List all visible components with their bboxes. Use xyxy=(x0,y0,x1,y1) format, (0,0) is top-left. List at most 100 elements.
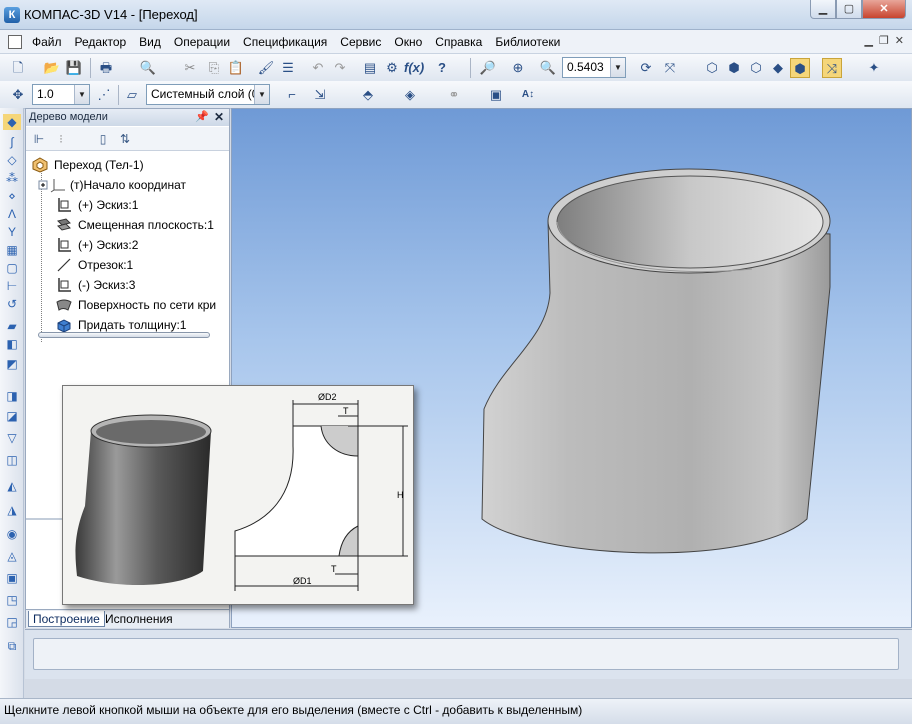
halftone-icon[interactable]: ◆ xyxy=(768,58,788,78)
menu-service[interactable]: Сервис xyxy=(340,35,381,49)
tree-item-origin[interactable]: (т)Начало координат xyxy=(38,176,223,195)
preview-icon[interactable]: 🔍 xyxy=(138,58,158,78)
tree-item-surface[interactable]: Поверхность по сети кри xyxy=(56,296,226,315)
menu-operations[interactable]: Операции xyxy=(174,35,230,49)
doc-restore-button[interactable]: ❐ xyxy=(879,34,889,47)
layer-icon[interactable]: ▱ xyxy=(122,85,142,105)
draft-icon[interactable]: ◳ xyxy=(3,592,21,608)
orientation-icon[interactable]: ⤧ xyxy=(660,58,680,78)
help-arrow-icon[interactable]: ? xyxy=(432,58,452,78)
doc-minimize-button[interactable]: ▁ xyxy=(864,34,872,47)
menu-specification[interactable]: Спецификация xyxy=(243,35,327,49)
new-document-icon[interactable]: 🗋 xyxy=(8,58,28,78)
tree-structure-icon[interactable]: ⊩ xyxy=(30,130,48,148)
revolve-icon[interactable]: ◧ xyxy=(3,336,21,352)
menu-view[interactable]: Вид xyxy=(139,35,161,49)
cut-kinematic-icon[interactable]: ◫ xyxy=(3,452,21,468)
layer-combobox[interactable]: Системный слой (0) ▼ xyxy=(146,84,270,105)
paste-icon[interactable]: 📋 xyxy=(226,58,246,78)
cut-extrude-icon[interactable]: ◪ xyxy=(3,408,21,424)
chevron-down-icon[interactable]: ▼ xyxy=(610,58,625,77)
tree-view-icon[interactable]: ▯ xyxy=(94,130,112,148)
zoom-in-icon[interactable]: 🔍 xyxy=(538,58,558,78)
cut-icon[interactable]: ✂ xyxy=(180,58,200,78)
tree-order-icon[interactable]: ⁝ xyxy=(52,130,70,148)
tree-item-sketch-2[interactable]: (+) Эскиз:2 xyxy=(56,236,226,255)
undo-icon[interactable]: ↶ xyxy=(308,58,328,78)
rib-icon[interactable]: ◬ xyxy=(3,548,21,564)
minimize-button[interactable]: ▁ xyxy=(810,0,836,19)
zoom-all-icon[interactable]: ⊕ xyxy=(508,58,528,78)
variables-icon[interactable]: ⚙ xyxy=(382,58,402,78)
function-fx-icon[interactable]: f(x) xyxy=(404,58,424,78)
parametric-mode-icon[interactable]: ⇲ xyxy=(310,85,330,105)
tree-item-segment[interactable]: Отрезок:1 xyxy=(56,256,226,275)
zoom-combobox[interactable]: 0.5403 ▼ xyxy=(562,57,626,78)
tab-versions[interactable]: Исполнения xyxy=(101,611,177,627)
filters-icon[interactable]: Y xyxy=(3,224,21,240)
wireframe-icon[interactable]: ⬡ xyxy=(702,58,722,78)
elements-oform-icon[interactable]: ⊢ xyxy=(3,278,21,294)
shell-icon[interactable]: ▣ xyxy=(3,570,21,586)
arrays-icon[interactable]: ⁂ xyxy=(3,170,21,186)
tree-sort-icon[interactable]: ⇅ xyxy=(116,130,134,148)
rotate-icon[interactable]: ⟳ xyxy=(636,58,656,78)
tree-item-offset-plane[interactable]: Смещенная плоскость:1 xyxy=(56,216,228,235)
menu-window[interactable]: Окно xyxy=(394,35,422,49)
tree-item-sketch-1[interactable]: (+) Эскиз:1 xyxy=(56,196,226,215)
shaded-edges-icon[interactable]: ⬢ xyxy=(790,58,810,78)
menu-help[interactable]: Справка xyxy=(435,35,482,49)
assembly-icon[interactable]: ▣ xyxy=(486,85,506,105)
mates-icon[interactable]: ⚭ xyxy=(444,85,464,105)
cursor-step-combobox[interactable]: 1.0 ▼ xyxy=(32,84,90,105)
report-icon[interactable]: ▢ xyxy=(3,260,21,276)
tree-horizontal-scrollbar[interactable] xyxy=(38,332,210,338)
filter-objects-icon[interactable]: ⬘ xyxy=(358,85,378,105)
save-icon[interactable]: 💾 xyxy=(64,58,84,78)
cut-revolve-icon[interactable]: ▽ xyxy=(3,430,21,446)
auxiliary-geometry-icon[interactable]: ⋄ xyxy=(3,188,21,204)
editing-part-icon[interactable]: ◆ xyxy=(3,114,21,130)
surfaces-icon[interactable]: ◇ xyxy=(3,152,21,168)
step-cursor-icon[interactable]: ✥ xyxy=(8,85,28,105)
sketch-mode-icon[interactable]: ⌐ xyxy=(282,85,302,105)
redo-icon[interactable]: ↷ xyxy=(330,58,350,78)
hole-icon[interactable]: ◉ xyxy=(3,526,21,542)
manager-icon[interactable]: ▤ xyxy=(360,58,380,78)
chamfer-icon[interactable]: ◮ xyxy=(3,502,21,518)
hidden-lines-icon[interactable]: ⬢ xyxy=(724,58,744,78)
tab-construction[interactable]: Построение xyxy=(28,611,105,627)
doc-close-button[interactable]: ✕ xyxy=(895,34,904,47)
curves-icon[interactable]: ∫ xyxy=(3,134,21,150)
properties-field[interactable] xyxy=(33,638,899,670)
mirror-icon[interactable]: ⧉ xyxy=(3,638,21,654)
grid-snap-icon[interactable]: ⋰ xyxy=(94,85,114,105)
fillet-icon[interactable]: ◭ xyxy=(3,478,21,494)
menu-edit[interactable]: Редактор xyxy=(75,35,127,49)
menu-file[interactable]: Файл xyxy=(32,35,62,49)
perspective-icon[interactable]: ⤨ xyxy=(822,58,842,78)
loft-icon[interactable]: ◨ xyxy=(3,388,21,404)
kinematic-icon[interactable]: ◩ xyxy=(3,356,21,372)
measurements-icon[interactable]: Λ xyxy=(3,206,21,222)
material-color-icon[interactable]: ◈ xyxy=(400,85,420,105)
chevron-down-icon[interactable]: ▼ xyxy=(74,85,89,104)
maximize-button[interactable]: ▢ xyxy=(836,0,862,19)
close-button[interactable]: ✕ xyxy=(862,0,906,19)
properties-list-icon[interactable]: ☰ xyxy=(278,58,298,78)
text-style-icon[interactable]: A↕ xyxy=(518,85,538,105)
section-icon[interactable]: ◲ xyxy=(3,614,21,630)
print-icon[interactable]: 🖶 xyxy=(96,58,116,78)
extrude-icon[interactable]: ▰ xyxy=(3,318,21,334)
open-folder-icon[interactable]: 📂 xyxy=(42,58,62,78)
tree-item-sketch-3[interactable]: (-) Эскиз:3 xyxy=(56,276,226,295)
close-icon[interactable]: ✕ xyxy=(214,109,224,126)
specification-icon[interactable]: ▦ xyxy=(3,242,21,258)
thin-hidden-icon[interactable]: ⬡ xyxy=(746,58,766,78)
copy-icon[interactable]: ⎘ xyxy=(204,58,224,78)
pin-icon[interactable]: 📌 xyxy=(195,109,209,126)
tree-item-root[interactable]: Переход (Тел-1) xyxy=(32,156,222,175)
zoom-window-icon[interactable]: 🔎 xyxy=(478,58,498,78)
show-all-icon[interactable]: ✦ xyxy=(864,58,884,78)
sheet-body-icon[interactable]: ↺ xyxy=(3,296,21,312)
